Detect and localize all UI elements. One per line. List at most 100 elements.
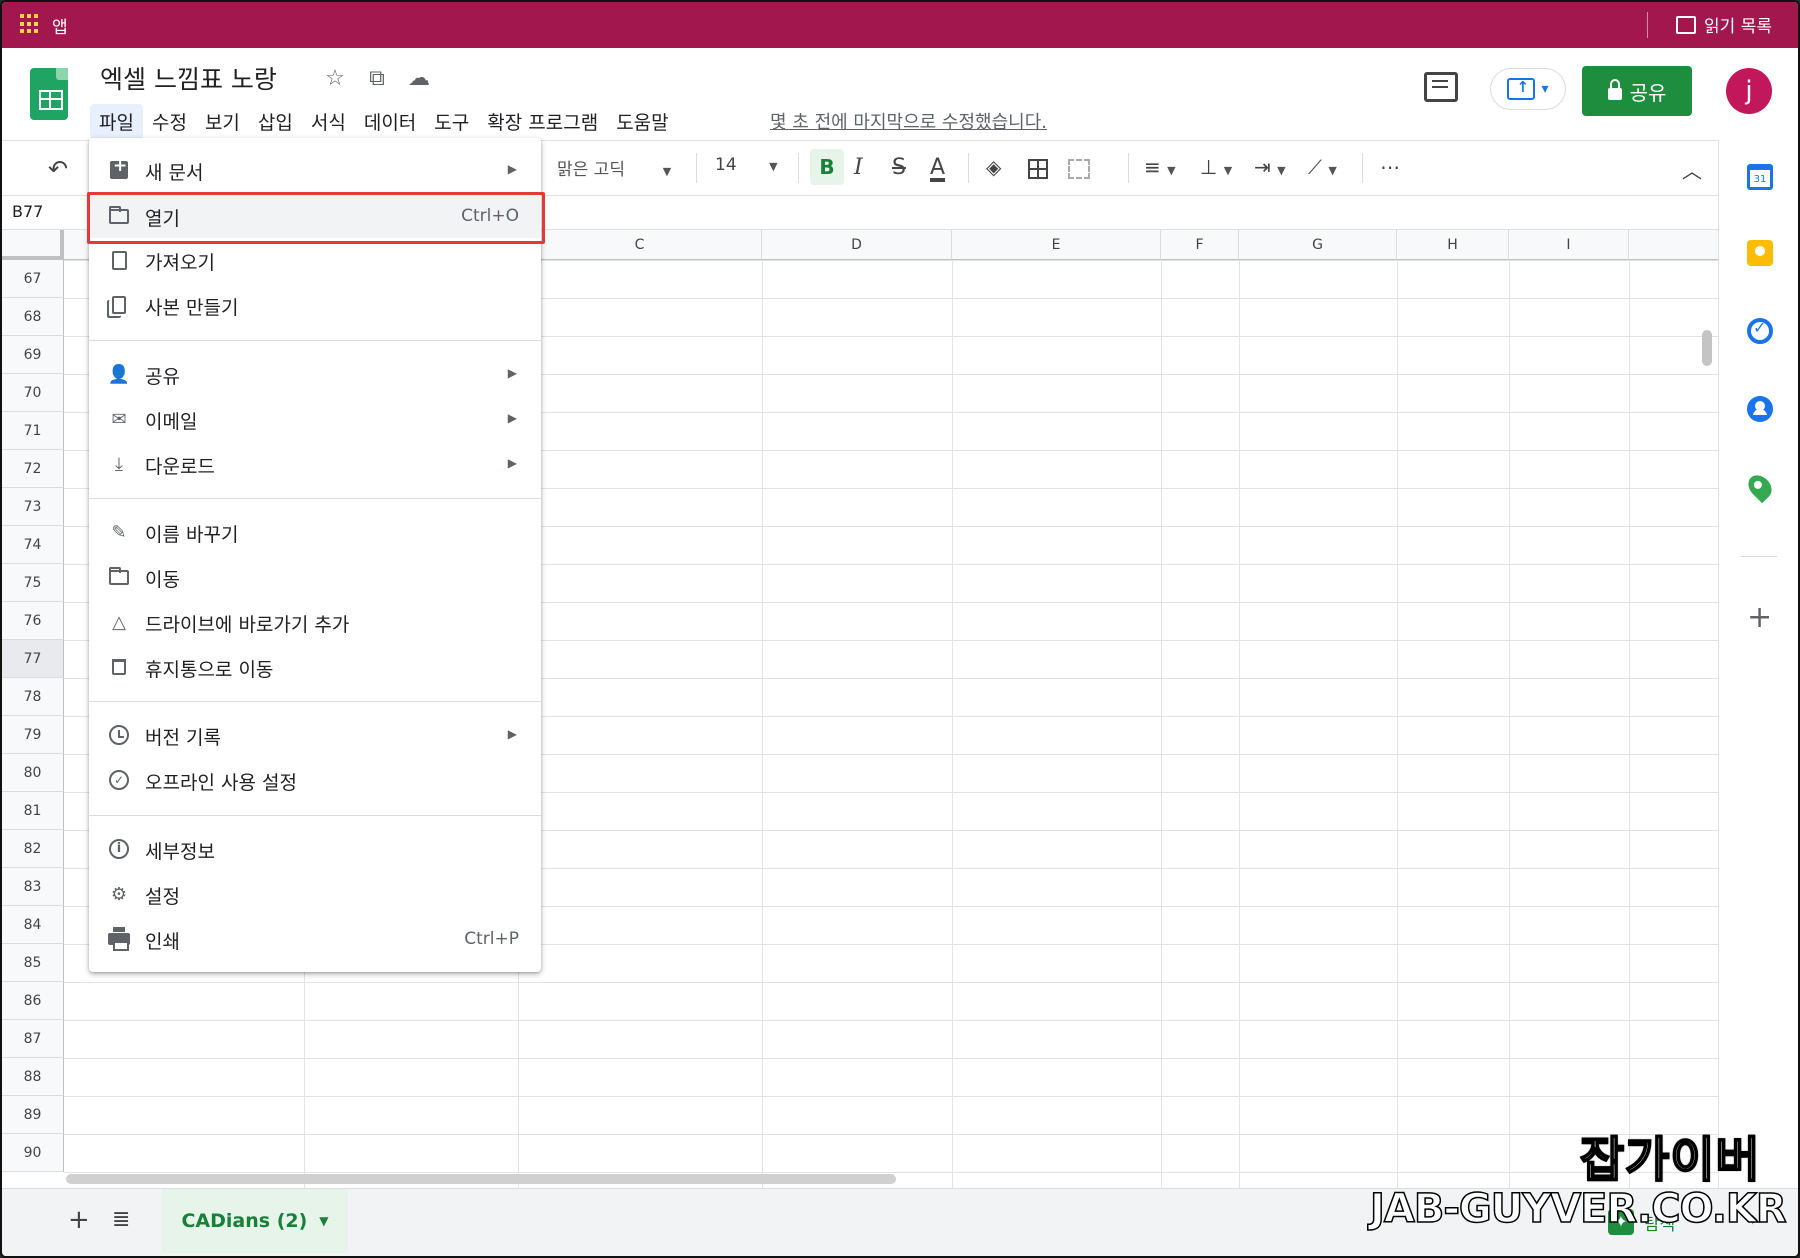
row-header[interactable]: 84 bbox=[2, 906, 64, 944]
borders-icon[interactable] bbox=[1028, 159, 1048, 179]
font-size-select[interactable]: 14 ▼ bbox=[715, 155, 778, 175]
more-options-icon[interactable]: ⋯ bbox=[1380, 155, 1401, 179]
menu-tools[interactable]: 도구 bbox=[425, 104, 478, 139]
sheets-logo-icon[interactable] bbox=[30, 68, 68, 120]
row-header[interactable]: 86 bbox=[2, 982, 64, 1020]
horizontal-align-icon[interactable]: ≡ ▼ bbox=[1144, 155, 1176, 179]
comments-icon[interactable] bbox=[1424, 72, 1458, 102]
row-header[interactable]: 87 bbox=[2, 1020, 64, 1058]
row-header[interactable]: 68 bbox=[2, 298, 64, 336]
bold-icon[interactable]: B bbox=[810, 149, 844, 185]
row-header[interactable]: 89 bbox=[2, 1096, 64, 1134]
column-header[interactable]: I bbox=[1509, 230, 1629, 260]
row-header[interactable]: 76 bbox=[2, 602, 64, 640]
menu-extensions[interactable]: 확장 프로그램 bbox=[478, 104, 607, 139]
menu-data[interactable]: 데이터 bbox=[355, 104, 425, 139]
strikethrough-icon[interactable]: S bbox=[892, 155, 906, 180]
avatar[interactable]: j bbox=[1726, 68, 1772, 114]
row-header[interactable]: 82 bbox=[2, 830, 64, 868]
menu-help[interactable]: 도움말 bbox=[607, 104, 677, 139]
row-header[interactable]: 88 bbox=[2, 1058, 64, 1096]
row-header[interactable]: 69 bbox=[2, 336, 64, 374]
menu-format[interactable]: 서식 bbox=[302, 104, 355, 139]
tasks-icon[interactable] bbox=[1747, 318, 1773, 344]
add-sheet-icon[interactable]: + bbox=[68, 1205, 90, 1235]
calendar-icon[interactable]: 31 bbox=[1747, 164, 1773, 190]
menu-item-open[interactable]: 열기 Ctrl+O bbox=[89, 194, 541, 238]
column-header[interactable]: D bbox=[762, 230, 952, 260]
row-header[interactable]: 70 bbox=[2, 374, 64, 412]
row-header[interactable]: 67 bbox=[2, 260, 64, 298]
maps-icon[interactable] bbox=[1743, 470, 1777, 504]
chevron-up-icon[interactable]: ︿ bbox=[1682, 155, 1702, 184]
present-button[interactable]: ▾ bbox=[1490, 68, 1566, 110]
caret-down-icon[interactable]: ▼ bbox=[319, 1214, 328, 1228]
apps-grid-icon[interactable] bbox=[20, 14, 40, 34]
menu-item-download[interactable]: ⤓ 다운로드 ▶ bbox=[89, 442, 541, 486]
menu-item-add-shortcut[interactable]: △ 드라이브에 바로가기 추가 bbox=[89, 600, 541, 644]
menu-item-print[interactable]: 인쇄 Ctrl+P bbox=[89, 917, 541, 961]
column-header[interactable]: E bbox=[952, 230, 1161, 260]
menu-file[interactable]: 파일 bbox=[90, 104, 143, 139]
reading-list-button[interactable]: 읽기 목록 bbox=[1676, 12, 1772, 37]
last-edit-link[interactable]: 몇 초 전에 마지막으로 수정했습니다. bbox=[770, 108, 1047, 134]
menu-item-trash[interactable]: 휴지통으로 이동 bbox=[89, 645, 541, 689]
row-header[interactable]: 83 bbox=[2, 868, 64, 906]
add-addon-icon[interactable]: + bbox=[1747, 600, 1772, 635]
row-header[interactable]: 71 bbox=[2, 412, 64, 450]
undo-icon[interactable]: ↶ bbox=[48, 155, 68, 183]
row-header[interactable]: 72 bbox=[2, 450, 64, 488]
star-icon[interactable]: ☆ bbox=[322, 66, 348, 91]
vertical-align-icon[interactable]: ⊥ ▼ bbox=[1200, 155, 1232, 179]
row-header[interactable]: 90 bbox=[2, 1134, 64, 1172]
menu-item-rename[interactable]: ✎ 이름 바꾸기 bbox=[89, 510, 541, 554]
menu-item-new[interactable]: 새 문서 ▶ bbox=[89, 148, 541, 192]
cloud-status-icon[interactable]: ☁ bbox=[406, 66, 432, 91]
column-header[interactable]: H bbox=[1397, 230, 1509, 260]
menu-item-offline[interactable]: ✓ 오프라인 사용 설정 bbox=[89, 758, 541, 802]
menu-item-make-copy[interactable]: 사본 만들기 bbox=[89, 283, 541, 327]
move-folder-icon[interactable]: ⧉ bbox=[364, 66, 390, 91]
menu-item-version-history[interactable]: 버전 기록 ▶ bbox=[89, 713, 541, 757]
menu-item-email[interactable]: ✉ 이메일 ▶ bbox=[89, 397, 541, 441]
text-rotate-icon[interactable]: ⟋ ▼ bbox=[1308, 155, 1337, 179]
select-all-corner[interactable] bbox=[2, 230, 64, 260]
merge-cells-icon[interactable] bbox=[1068, 159, 1090, 179]
row-header[interactable]: 73 bbox=[2, 488, 64, 526]
document-title[interactable]: 엑셀 느낌표 노랑 bbox=[100, 60, 277, 96]
menu-item-settings[interactable]: ⚙ 설정 bbox=[89, 872, 541, 916]
row-header[interactable]: 80 bbox=[2, 754, 64, 792]
text-color-icon[interactable]: A bbox=[930, 155, 945, 180]
row-header[interactable]: 81 bbox=[2, 792, 64, 830]
column-header[interactable]: C bbox=[518, 230, 762, 260]
row-header[interactable]: 79 bbox=[2, 716, 64, 754]
column-header-j[interactable] bbox=[1629, 230, 1718, 260]
menu-item-share[interactable]: 👤 공유 ▶ bbox=[89, 352, 541, 396]
row-header[interactable]: 74 bbox=[2, 526, 64, 564]
name-box[interactable]: B77 bbox=[12, 202, 43, 221]
share-button[interactable]: 공유 bbox=[1582, 66, 1692, 116]
fill-color-icon[interactable]: ◈ bbox=[986, 155, 1001, 179]
menu-view[interactable]: 보기 bbox=[196, 104, 249, 139]
row-header[interactable]: 85 bbox=[2, 944, 64, 982]
sheet-tab-active[interactable]: CADians (2) ▼ bbox=[162, 1189, 348, 1253]
column-header[interactable]: F bbox=[1161, 230, 1239, 260]
contacts-icon[interactable] bbox=[1747, 396, 1773, 422]
horizontal-scrollbar[interactable] bbox=[66, 1174, 896, 1184]
row-header[interactable]: 78 bbox=[2, 678, 64, 716]
row-header[interactable]: 75 bbox=[2, 564, 64, 602]
menu-edit[interactable]: 수정 bbox=[143, 104, 196, 139]
keep-icon[interactable] bbox=[1747, 240, 1773, 266]
menu-item-details[interactable]: i 세부정보 bbox=[89, 827, 541, 871]
font-family-select[interactable]: 맑은 고딕 ▼ bbox=[557, 155, 671, 180]
menu-item-move[interactable]: 이동 bbox=[89, 555, 541, 599]
text-wrap-icon[interactable]: ⇥ ▼ bbox=[1254, 155, 1286, 179]
row-header[interactable]: 77 bbox=[2, 640, 64, 678]
menu-item-import[interactable]: 가져오기 bbox=[89, 238, 541, 282]
apps-link[interactable]: 앱 bbox=[52, 13, 68, 38]
vertical-scrollbar[interactable] bbox=[1702, 330, 1712, 366]
italic-icon[interactable]: I bbox=[854, 155, 863, 180]
all-sheets-icon[interactable]: ≣ bbox=[112, 1207, 130, 1232]
column-header[interactable]: G bbox=[1239, 230, 1397, 260]
menu-insert[interactable]: 삽입 bbox=[249, 104, 302, 139]
